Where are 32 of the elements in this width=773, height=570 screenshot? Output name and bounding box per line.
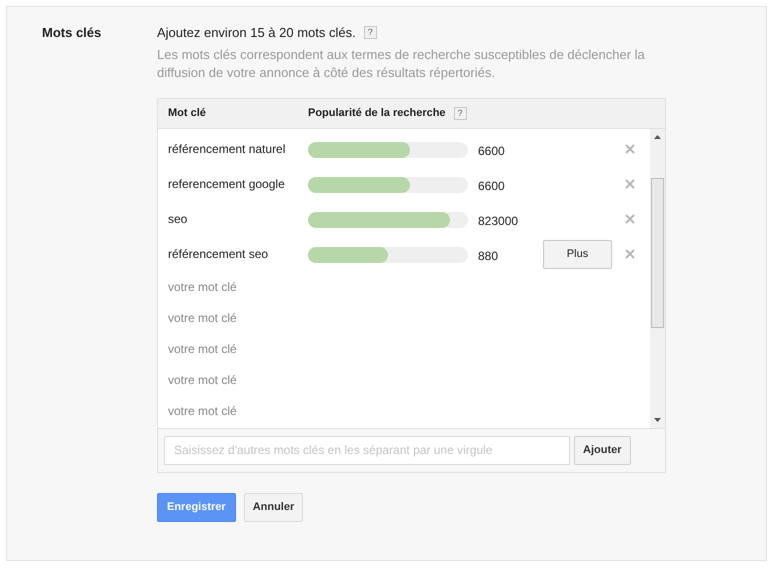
close-icon[interactable] [625, 249, 635, 259]
close-icon[interactable] [625, 179, 635, 189]
scroll-up-icon[interactable] [654, 134, 661, 138]
search-volume: 6600 [478, 143, 505, 160]
search-volume: 6600 [478, 178, 505, 195]
section-label: Mots clés [42, 24, 102, 42]
more-button[interactable]: Plus [543, 240, 612, 268]
help-icon[interactable]: ? [364, 26, 377, 40]
keyword-text: seo [168, 211, 188, 228]
add-button[interactable]: Ajouter [574, 436, 630, 464]
keyword-text: referencement google [168, 176, 286, 193]
close-icon[interactable] [625, 144, 635, 154]
search-volume: 823000 [478, 213, 518, 230]
cancel-button[interactable]: Annuler [244, 492, 304, 522]
keyword-input[interactable]: votre mot clé [168, 309, 368, 327]
close-icon[interactable] [625, 214, 635, 224]
section-description: Les mots clés correspondent aux termes de recherche susceptibles de déclencher la diffusion de votre annonce à côté des résultats répertoriés. [157, 46, 646, 82]
keyword-text: référencement naturel [168, 141, 286, 158]
keyword-input[interactable]: votre mot clé [168, 371, 368, 389]
keyword-text: référencement seo [168, 246, 270, 263]
column-header: Popularité de la recherche [308, 106, 446, 121]
section-title: Ajoutez environ 15 à 20 mots clés. [157, 24, 356, 42]
add-keywords-field[interactable]: Saisissez d'autres mots clés en les séparant par une virgule [164, 436, 570, 464]
keyword-input[interactable]: votre mot clé [168, 402, 368, 420]
keyword-input[interactable]: votre mot clé [168, 278, 368, 296]
scrollbar-thumb[interactable] [651, 178, 664, 328]
column-header: Mot clé [168, 106, 207, 121]
keyword-input[interactable]: votre mot clé [168, 340, 368, 358]
search-volume: 880 [478, 248, 498, 265]
scroll-down-icon[interactable] [654, 418, 661, 422]
help-icon[interactable]: ? [454, 106, 467, 120]
scrollbar[interactable] [650, 128, 665, 428]
